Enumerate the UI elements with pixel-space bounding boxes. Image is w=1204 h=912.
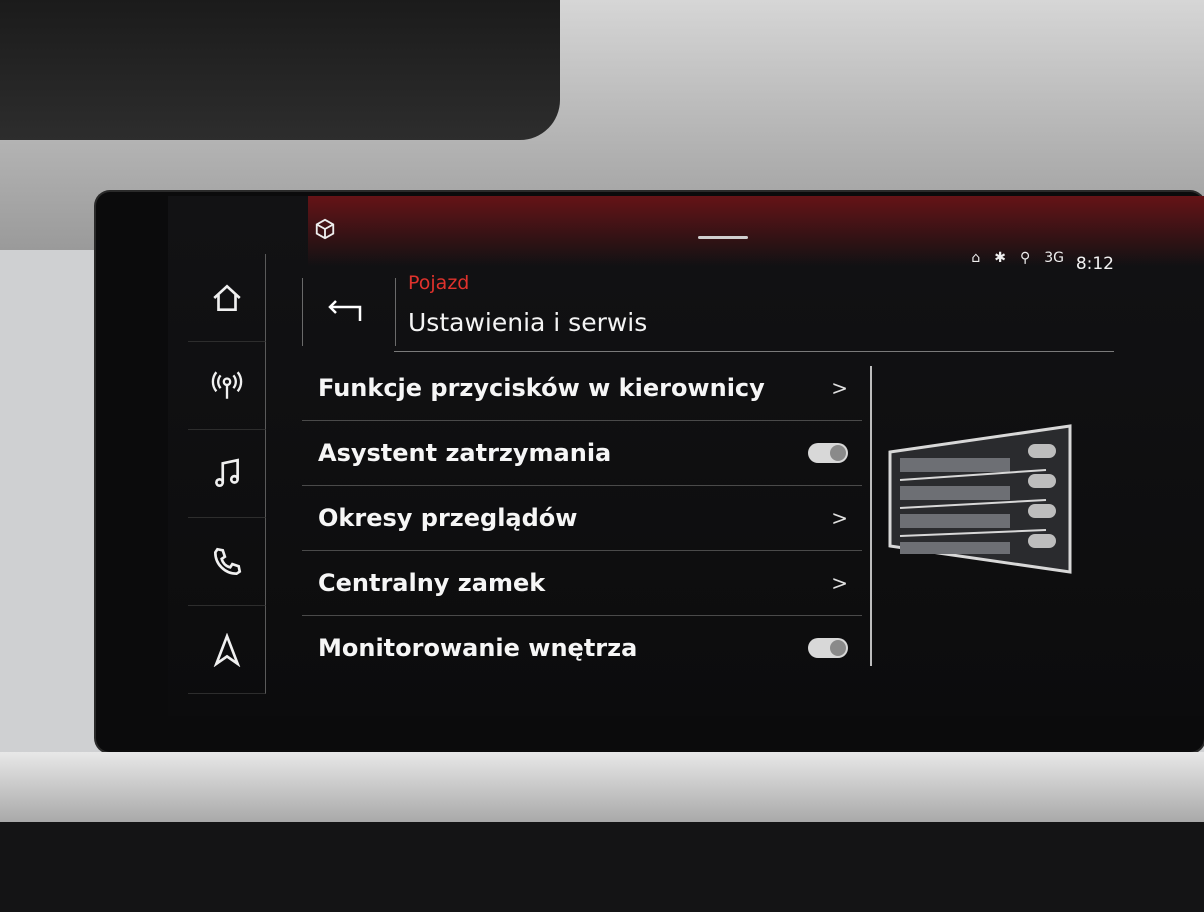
chevron-right-icon: > <box>831 571 848 595</box>
status-bar: ⌂ ✱ ⚲ 3G <box>971 250 1064 266</box>
breadcrumb[interactable]: Pojazd <box>408 272 469 294</box>
navigation-icon <box>213 632 240 667</box>
home-icon <box>212 284 241 311</box>
nav-phone[interactable] <box>188 518 266 606</box>
list-item-steering-buttons[interactable]: Funkcje przycisków w kierownicy > <box>302 356 862 421</box>
page-title: Ustawienia i serwis <box>408 308 648 337</box>
nav-home[interactable] <box>188 254 266 342</box>
toggle-switch[interactable] <box>808 443 848 463</box>
nav-radio[interactable] <box>188 342 266 430</box>
climate-panel <box>0 822 1204 912</box>
nav-music[interactable] <box>188 430 266 518</box>
chevron-right-icon: > <box>831 376 848 400</box>
dashboard-trim <box>0 752 1204 822</box>
settings-illustration-icon <box>888 424 1072 574</box>
list-item-stop-assist[interactable]: Asystent zatrzymania <box>302 421 862 486</box>
back-arrow-icon <box>328 300 362 321</box>
list-item-label: Okresy przeglądów <box>318 504 578 532</box>
chevron-right-icon: > <box>831 506 848 530</box>
car-lock-icon: ⌂ <box>971 250 981 266</box>
list-item-service-intervals[interactable]: Okresy przeglądów > <box>302 486 862 551</box>
radio-icon <box>211 370 242 399</box>
network-label: 3G <box>1044 250 1064 266</box>
infotainment-screen: ⌂ ✱ ⚲ 3G 8:12 Pojazd Ustawienia i serwis… <box>168 196 1204 716</box>
ambient-glow <box>308 196 1204 266</box>
list-item-label: Monitorowanie wnętrza <box>318 634 638 662</box>
settings-list: Funkcje przycisków w kierownicy > Asyste… <box>302 356 862 680</box>
phone-icon <box>213 547 241 575</box>
list-item-label: Asystent zatrzymania <box>318 439 612 467</box>
scrollbar[interactable] <box>870 366 872 666</box>
list-item-interior-monitoring[interactable]: Monitorowanie wnętrza <box>302 616 862 680</box>
side-nav <box>188 254 266 694</box>
bluetooth-icon: ✱ <box>994 250 1006 266</box>
nav-navigation[interactable] <box>188 606 266 694</box>
cube-icon <box>314 218 336 240</box>
back-button[interactable] <box>302 278 396 346</box>
music-icon <box>214 458 239 487</box>
list-item-label: Funkcje przycisków w kierownicy <box>318 374 765 402</box>
toggle-switch[interactable] <box>808 638 848 658</box>
air-vent <box>0 0 560 140</box>
menu-handle[interactable] <box>698 236 748 239</box>
clock: 8:12 <box>1075 254 1114 274</box>
header-divider <box>394 351 1114 352</box>
list-item-label: Centralny zamek <box>318 569 546 597</box>
user-icon: ⚲ <box>1019 250 1031 266</box>
list-item-central-lock[interactable]: Centralny zamek > <box>302 551 862 616</box>
